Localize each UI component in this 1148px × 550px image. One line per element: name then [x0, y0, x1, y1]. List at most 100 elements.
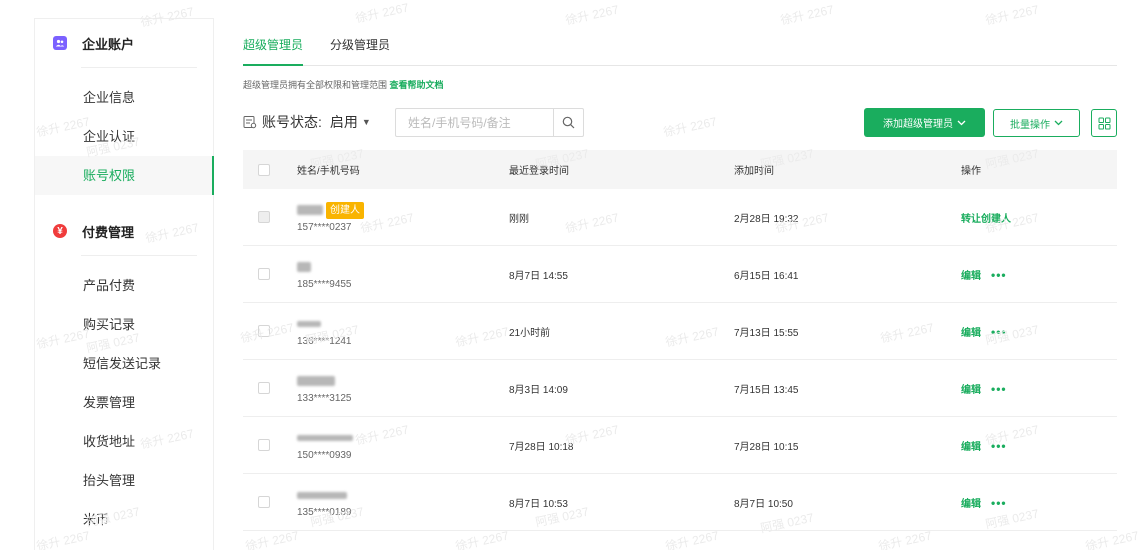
sidebar-item-invoice-management[interactable]: 发票管理: [35, 383, 213, 422]
chevron-down-icon: [1054, 120, 1063, 126]
sidebar-item-mi-coin[interactable]: 米币: [35, 500, 213, 539]
chevron-down-icon: [957, 120, 966, 125]
sidebar-item-purchase-records[interactable]: 购买记录: [35, 305, 213, 344]
transfer-creator-link[interactable]: 转让创建人: [961, 214, 1011, 225]
more-icon[interactable]: •••: [991, 382, 1007, 396]
row-checkbox[interactable]: [258, 439, 270, 451]
phone-number: 185****9455: [297, 279, 352, 290]
toolbar: 账号状态: 启用 ▼ 添加超级管理员 批量操作: [243, 108, 1117, 138]
table-row: 136****1241 21小时前 7月13日 15:55 编辑 •••: [243, 303, 1117, 360]
blurred-name: [297, 376, 335, 386]
phone-number: 157****0237: [297, 222, 352, 233]
caret-down-icon: ▼: [361, 117, 371, 127]
main-content: 超级管理员 分级管理员 超级管理员拥有全部权限和管理范围 查看帮助文档 账号状态…: [243, 28, 1117, 531]
add-super-admin-button[interactable]: 添加超级管理员: [864, 108, 985, 137]
watermark: 徐升 2267: [564, 2, 621, 28]
sidebar-item-shipping-address[interactable]: 收货地址: [35, 422, 213, 461]
column-header: 姓名/手机号码: [297, 166, 360, 177]
sidebar-item-enterprise-info[interactable]: 企业信息: [35, 78, 213, 117]
phone-number: 135****0189: [297, 507, 352, 518]
sidebar-item-product-payment[interactable]: 产品付费: [35, 266, 213, 305]
batch-operation-label: 批量操作: [1010, 119, 1050, 131]
last-login-time: 刚刚: [509, 213, 529, 225]
watermark: 徐升 2267: [779, 2, 836, 28]
watermark: 徐升 2267: [354, 0, 411, 26]
filter-list-icon: [243, 116, 257, 129]
status-value: 启用: [329, 114, 358, 130]
added-time: 7月13日 15:55: [734, 327, 799, 339]
added-time: 8月7日 10:50: [734, 498, 793, 510]
search-input[interactable]: [396, 109, 553, 136]
grid-view-button[interactable]: [1091, 109, 1117, 137]
column-header: 操作: [961, 166, 981, 177]
more-icon[interactable]: •••: [991, 325, 1007, 339]
row-checkbox[interactable]: [258, 382, 270, 394]
blurred-name: [297, 205, 323, 215]
description-text: 超级管理员拥有全部权限和管理范围: [243, 80, 388, 90]
last-login-time: 8月3日 14:09: [509, 384, 568, 396]
table-row: 133****3125 8月3日 14:09 7月15日 13:45 编辑 •••: [243, 360, 1117, 417]
last-login-time: 21小时前: [509, 327, 551, 339]
account-status-filter[interactable]: 账号状态: 启用 ▼: [243, 112, 371, 132]
help-doc-link[interactable]: 查看帮助文档: [390, 80, 444, 90]
select-all-checkbox[interactable]: [258, 163, 270, 176]
edit-link[interactable]: 编辑: [961, 271, 981, 282]
table-row: 150****0939 7月28日 10:18 7月28日 10:15 编辑 ••…: [243, 417, 1117, 474]
sidebar-group-label: 付费管理: [82, 224, 135, 240]
search-box: [395, 108, 584, 137]
last-login-time: 8月7日 14:55: [509, 270, 568, 282]
watermark: 徐升 2267: [984, 2, 1041, 28]
edit-link[interactable]: 编辑: [961, 328, 981, 339]
last-login-time: 7月28日 10:18: [509, 441, 574, 453]
more-icon[interactable]: •••: [991, 268, 1007, 282]
sidebar-item-sms-records[interactable]: 短信发送记录: [35, 344, 213, 383]
sidebar: 企业账户 企业信息 企业认证 账号权限 ¥ 付费管理 产品付费 购买记录 短信发…: [34, 18, 214, 550]
row-checkbox[interactable]: [258, 496, 270, 508]
grid-icon: [1098, 117, 1110, 129]
row-checkbox[interactable]: [258, 211, 270, 223]
batch-operation-button[interactable]: 批量操作: [993, 109, 1080, 137]
tab-super-admin[interactable]: 超级管理员: [243, 28, 304, 66]
sidebar-item-invoice-title[interactable]: 抬头管理: [35, 461, 213, 500]
added-time: 6月15日 16:41: [734, 270, 799, 282]
table-row: 135****0189 8月7日 10:53 8月7日 10:50 编辑 •••: [243, 474, 1117, 531]
yuan-icon: ¥: [53, 224, 67, 238]
sidebar-item-enterprise-certification[interactable]: 企业认证: [35, 117, 213, 156]
creator-badge: 创建人: [326, 201, 364, 219]
edit-link[interactable]: 编辑: [961, 499, 981, 510]
tab-bar: 超级管理员 分级管理员: [243, 28, 1117, 66]
sidebar-group-enterprise-account[interactable]: 企业账户: [35, 19, 213, 67]
divider: [81, 255, 197, 256]
add-super-admin-label: 添加超级管理员: [883, 119, 953, 130]
more-icon[interactable]: •••: [991, 496, 1007, 510]
column-header: 最近登录时间: [509, 166, 569, 177]
edit-link[interactable]: 编辑: [961, 442, 981, 453]
sidebar-item-account-permissions[interactable]: 账号权限: [35, 156, 214, 195]
phone-number: 133****3125: [297, 393, 352, 404]
more-icon[interactable]: •••: [991, 439, 1007, 453]
blurred-name: [297, 491, 347, 499]
row-checkbox[interactable]: [258, 268, 270, 280]
admin-table: 姓名/手机号码 最近登录时间 添加时间 操作 创建人 157****0237 刚…: [243, 150, 1117, 531]
blurred-name: [297, 321, 321, 327]
status-label: 账号状态:: [262, 114, 322, 130]
blurred-name: [297, 262, 311, 272]
added-time: 7月28日 10:15: [734, 441, 799, 453]
phone-number: 136****1241: [297, 336, 352, 347]
divider: [81, 67, 197, 68]
sidebar-group-label: 企业账户: [82, 36, 135, 52]
edit-link[interactable]: 编辑: [961, 385, 981, 396]
table-row: 创建人 157****0237 刚刚 2月28日 19:32 转让创建人: [243, 189, 1117, 246]
phone-number: 150****0939: [297, 450, 352, 461]
table-header: 姓名/手机号码 最近登录时间 添加时间 操作: [243, 150, 1117, 189]
column-header: 添加时间: [734, 166, 774, 177]
last-login-time: 8月7日 10:53: [509, 498, 568, 510]
blurred-name: [297, 435, 353, 441]
search-icon: [562, 116, 575, 129]
tab-sub-admin[interactable]: 分级管理员: [330, 28, 390, 65]
enterprise-account-icon: [53, 36, 67, 50]
added-time: 2月28日 19:32: [734, 213, 799, 225]
sidebar-group-payment[interactable]: ¥ 付费管理: [35, 207, 213, 255]
search-button[interactable]: [553, 109, 583, 136]
row-checkbox[interactable]: [258, 325, 270, 337]
